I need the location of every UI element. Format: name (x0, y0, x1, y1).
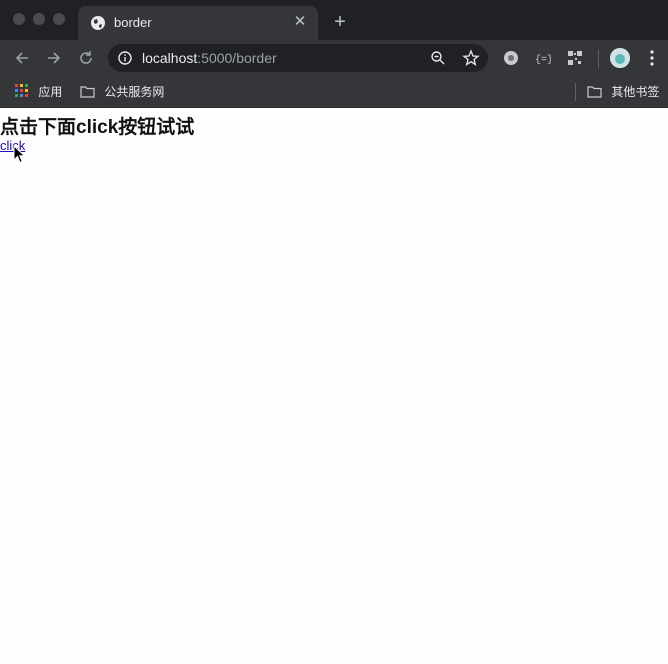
bookmarks-bar: 应用 公共服务网 其他书签 (0, 76, 668, 108)
minimize-window-button[interactable] (33, 13, 45, 25)
close-tab-icon[interactable]: ✕ (292, 14, 308, 30)
bookmark-apps[interactable]: 应用 (15, 83, 62, 100)
url-text: localhost:5000/border (142, 50, 277, 66)
bookmark-apps-label: 应用 (38, 85, 63, 99)
bookmark-folder-public-services[interactable]: 公共服务网 (80, 83, 164, 100)
json-extension-icon[interactable]: {=} (535, 50, 551, 66)
folder-icon (587, 86, 602, 98)
tab-border[interactable]: border ✕ (78, 6, 318, 40)
tab-strip: border ✕ + (0, 0, 668, 40)
url-path: :5000/border (197, 50, 277, 66)
url-host: localhost (142, 50, 198, 66)
bookmarks-divider (575, 83, 576, 101)
forward-arrow-icon[interactable] (44, 48, 64, 68)
page-heading: 点击下面click按钮试试 (0, 117, 195, 138)
globe-icon (91, 16, 105, 30)
back-arrow-icon[interactable] (12, 48, 32, 68)
bookmark-folder-label: 公共服务网 (104, 85, 165, 99)
svg-text:{=}: {=} (535, 54, 551, 66)
folder-icon (80, 86, 95, 98)
mouse-cursor-icon (13, 145, 26, 164)
new-tab-icon[interactable]: + (331, 12, 349, 32)
address-bar[interactable]: localhost:5000/border (108, 44, 488, 72)
more-menu-icon[interactable] (646, 48, 658, 68)
profile-avatar[interactable] (610, 48, 630, 68)
bookmark-star-icon[interactable] (462, 49, 480, 67)
bookmark-other[interactable]: 其他书签 (587, 83, 659, 100)
bookmark-other-label: 其他书签 (611, 85, 660, 99)
zoom-window-button[interactable] (53, 13, 65, 25)
apps-grid-icon (15, 84, 28, 97)
extension-icon[interactable] (503, 50, 519, 66)
page-content: 点击下面click按钮试试 click (0, 108, 668, 664)
close-window-button[interactable] (13, 13, 25, 25)
avatar-icon (610, 48, 630, 68)
qr-code-icon[interactable] (567, 50, 583, 66)
reload-icon[interactable] (76, 48, 96, 68)
tab-title: border (114, 15, 152, 30)
toolbar-divider (598, 50, 599, 68)
info-icon[interactable] (118, 51, 132, 65)
browser-chrome: border ✕ + localhost:5000/border {= 应用 公… (0, 0, 668, 108)
zoom-icon[interactable] (430, 50, 446, 66)
toolbar: localhost:5000/border {=} (0, 40, 668, 76)
